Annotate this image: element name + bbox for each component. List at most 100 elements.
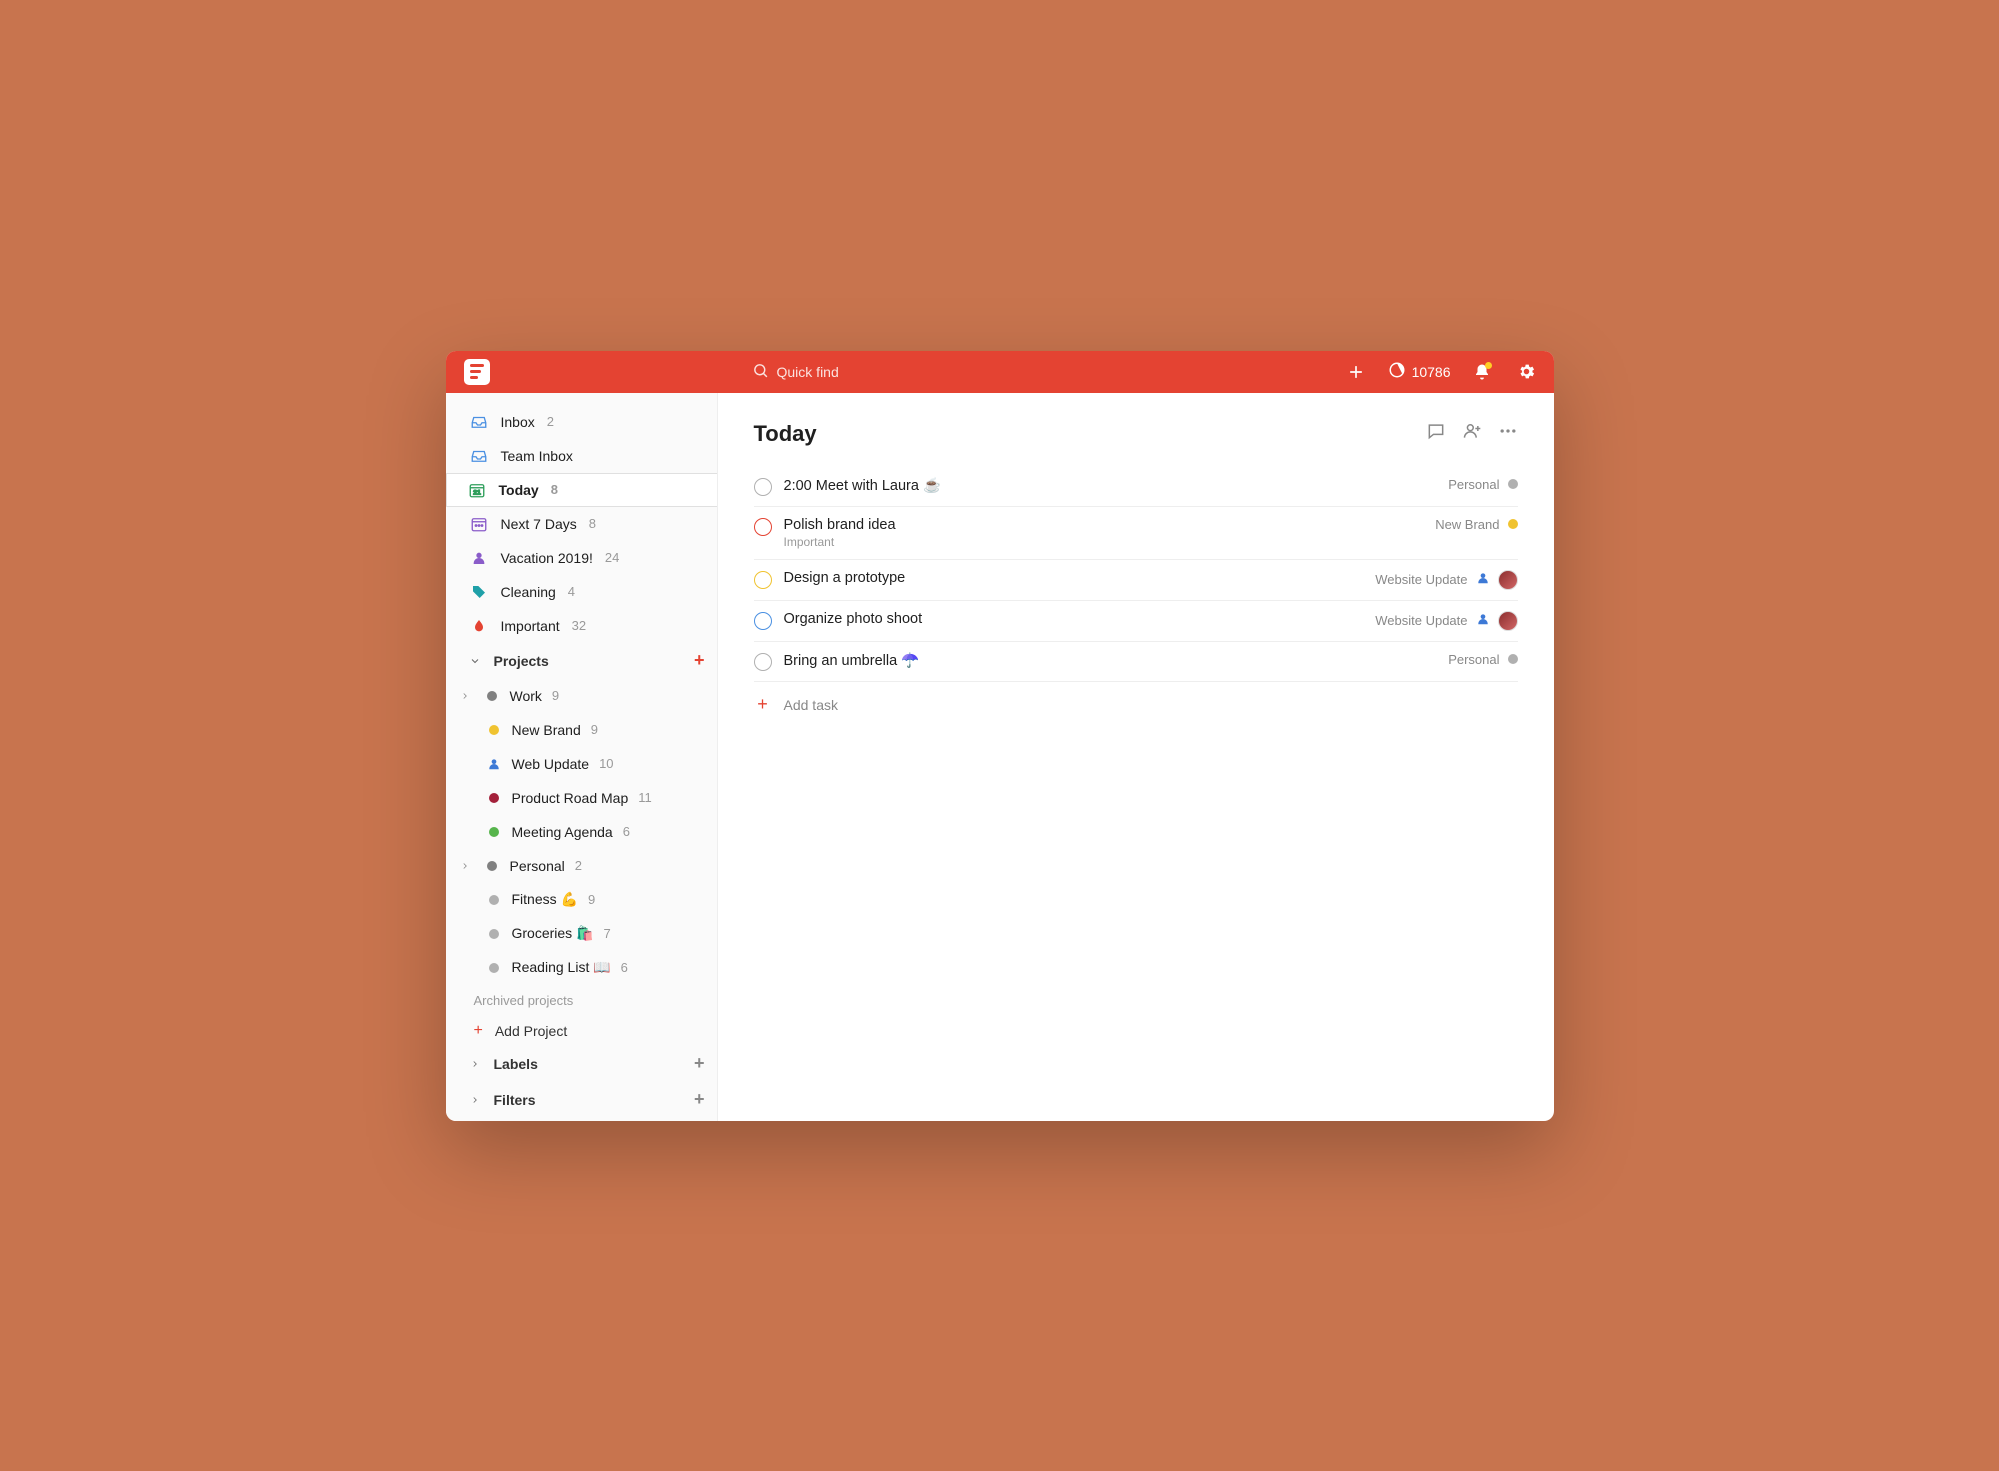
sidebar-item-team-inbox[interactable]: Team Inbox bbox=[446, 439, 717, 473]
task-meta: Personal bbox=[1448, 477, 1517, 492]
section-label: Filters bbox=[494, 1092, 536, 1108]
project-personal[interactable]: Personal 2 bbox=[446, 849, 717, 883]
more-options-button[interactable] bbox=[1498, 421, 1518, 446]
task-body: 2:00 Meet with Laura ☕ bbox=[784, 477, 1437, 494]
task-body: Organize photo shoot bbox=[784, 611, 1364, 627]
project-meeting-agenda[interactable]: Meeting Agenda 6 bbox=[446, 815, 717, 849]
chevron-right-icon[interactable] bbox=[456, 691, 474, 701]
sidebar-item-vacation[interactable]: Vacation 2019! 24 bbox=[446, 541, 717, 575]
chevron-right-icon[interactable] bbox=[456, 861, 474, 871]
task-meta: Website Update bbox=[1375, 570, 1517, 590]
task-row[interactable]: Design a prototype Website Update bbox=[754, 560, 1518, 601]
add-filter-icon[interactable]: + bbox=[694, 1089, 705, 1110]
task-project-label: Website Update bbox=[1375, 613, 1467, 628]
project-web-update[interactable]: Web Update 10 bbox=[446, 747, 717, 781]
project-color-dot bbox=[486, 929, 502, 939]
assignee-avatar[interactable] bbox=[1498, 611, 1518, 631]
add-project-button[interactable]: + Add Project bbox=[446, 1016, 717, 1046]
task-checkbox[interactable] bbox=[754, 612, 772, 630]
task-project-label: Personal bbox=[1448, 652, 1499, 667]
tag-icon bbox=[469, 584, 489, 600]
task-checkbox[interactable] bbox=[754, 653, 772, 671]
karma-score[interactable]: 10786 bbox=[1388, 361, 1451, 382]
sidebar-item-count: 2 bbox=[547, 414, 554, 429]
project-fitness[interactable]: Fitness 💪 9 bbox=[446, 883, 717, 917]
page-title: Today bbox=[754, 421, 817, 447]
task-row[interactable]: 2:00 Meet with Laura ☕ Personal bbox=[754, 467, 1518, 507]
task-row[interactable]: Bring an umbrella ☂️ Personal bbox=[754, 642, 1518, 682]
task-checkbox[interactable] bbox=[754, 518, 772, 536]
projects-header[interactable]: Projects + bbox=[446, 643, 717, 679]
sidebar-item-count: 32 bbox=[572, 618, 586, 633]
task-project-label: New Brand bbox=[1435, 517, 1499, 532]
task-meta: Personal bbox=[1448, 652, 1517, 667]
project-color-dot bbox=[486, 827, 502, 837]
main-content: Today 2:00 Meet with Laura ☕PersonalPoli… bbox=[718, 393, 1554, 1121]
task-title: 2:00 Meet with Laura ☕ bbox=[784, 477, 1437, 494]
task-project-label: Personal bbox=[1448, 477, 1499, 492]
task-body: Design a prototype bbox=[784, 570, 1364, 586]
task-checkbox[interactable] bbox=[754, 478, 772, 496]
task-row[interactable]: Polish brand ideaImportantNew Brand bbox=[754, 507, 1518, 560]
project-work[interactable]: Work 9 bbox=[446, 679, 717, 713]
project-count: 6 bbox=[623, 824, 630, 839]
project-count: 10 bbox=[599, 756, 613, 771]
project-color-dot bbox=[1508, 479, 1518, 489]
project-label: Fitness 💪 bbox=[512, 891, 578, 908]
sidebar-item-important[interactable]: Important 32 bbox=[446, 609, 717, 643]
add-task-label: Add task bbox=[784, 697, 838, 713]
sidebar-item-label: Cleaning bbox=[501, 584, 556, 600]
task-checkbox[interactable] bbox=[754, 571, 772, 589]
sidebar-item-count: 24 bbox=[605, 550, 619, 565]
project-color-dot bbox=[486, 725, 502, 735]
notifications-button[interactable] bbox=[1473, 363, 1491, 381]
sidebar-item-label: Team Inbox bbox=[501, 448, 573, 464]
project-label: Work bbox=[510, 688, 542, 704]
project-count: 9 bbox=[552, 688, 559, 703]
task-project-label: Website Update bbox=[1375, 572, 1467, 587]
project-count: 7 bbox=[604, 926, 611, 941]
project-new-brand[interactable]: New Brand 9 bbox=[446, 713, 717, 747]
project-road-map[interactable]: Product Road Map 11 bbox=[446, 781, 717, 815]
sidebar-item-label: Inbox bbox=[501, 414, 535, 430]
sidebar-item-next-7-days[interactable]: Next 7 Days 8 bbox=[446, 507, 717, 541]
add-label-icon[interactable]: + bbox=[694, 1053, 705, 1074]
task-title: Bring an umbrella ☂️ bbox=[784, 652, 1437, 669]
next-7-days-icon bbox=[469, 515, 489, 533]
comments-button[interactable] bbox=[1426, 421, 1446, 446]
add-project-icon[interactable]: + bbox=[694, 650, 705, 671]
share-button[interactable] bbox=[1462, 421, 1482, 446]
project-color-dot bbox=[486, 963, 502, 973]
sidebar-item-today[interactable]: 21 Today 8 bbox=[446, 473, 717, 507]
section-label: Projects bbox=[494, 653, 549, 669]
labels-header[interactable]: Labels + bbox=[446, 1046, 717, 1082]
archived-projects-link[interactable]: Archived projects bbox=[446, 985, 717, 1016]
user-icon bbox=[1476, 571, 1490, 588]
task-title: Organize photo shoot bbox=[784, 611, 1364, 627]
task-meta: Website Update bbox=[1375, 611, 1517, 631]
assignee-avatar[interactable] bbox=[1498, 570, 1518, 590]
settings-button[interactable] bbox=[1517, 362, 1536, 381]
quick-add-button[interactable] bbox=[1346, 362, 1366, 382]
sidebar-item-inbox[interactable]: Inbox 2 bbox=[446, 405, 717, 439]
sidebar-item-cleaning[interactable]: Cleaning 4 bbox=[446, 575, 717, 609]
project-reading-list[interactable]: Reading List 📖 6 bbox=[446, 951, 717, 985]
add-task-button[interactable]: + Add task bbox=[754, 682, 1518, 728]
search-input[interactable]: Quick find bbox=[752, 362, 839, 382]
task-title: Design a prototype bbox=[784, 570, 1364, 586]
app-logo[interactable] bbox=[464, 359, 490, 385]
filters-header[interactable]: Filters + bbox=[446, 1082, 717, 1118]
project-groceries[interactable]: Groceries 🛍️ 7 bbox=[446, 917, 717, 951]
task-row[interactable]: Organize photo shoot Website Update bbox=[754, 601, 1518, 642]
person-icon bbox=[469, 550, 489, 566]
sidebar-item-label: Today bbox=[499, 482, 539, 498]
project-count: 2 bbox=[575, 858, 582, 873]
project-label: Groceries 🛍️ bbox=[512, 925, 594, 942]
search-placeholder: Quick find bbox=[777, 364, 839, 380]
task-subtitle: Important bbox=[784, 535, 1424, 549]
sidebar-item-count: 8 bbox=[589, 516, 596, 531]
project-count: 9 bbox=[588, 892, 595, 907]
chevron-down-icon bbox=[466, 655, 484, 667]
task-meta: New Brand bbox=[1435, 517, 1517, 532]
project-color-dot bbox=[1508, 519, 1518, 529]
